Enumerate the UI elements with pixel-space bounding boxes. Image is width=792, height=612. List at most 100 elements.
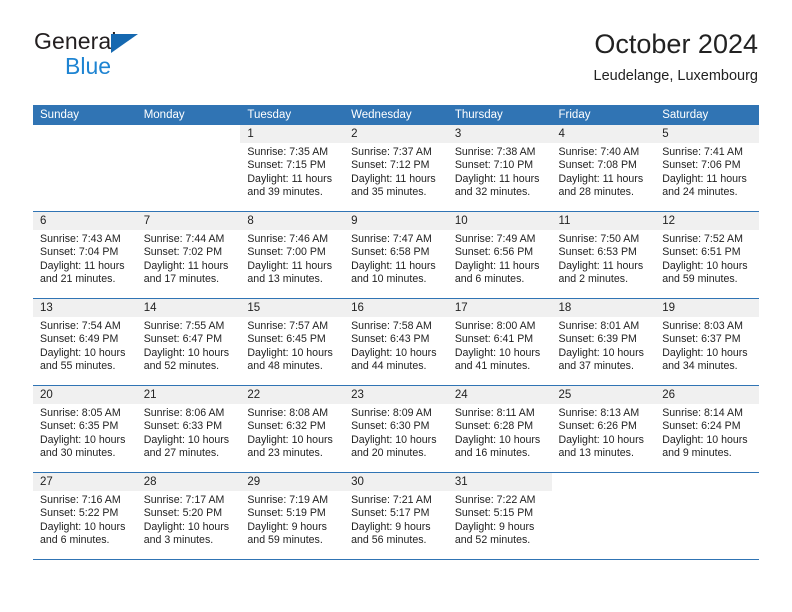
- day-details: Sunrise: 7:22 AM Sunset: 5:15 PM Daylight:…: [448, 491, 552, 548]
- calendar-day-cell[interactable]: 23 Sunrise: 8:09 AM Sunset: 6:30 PM Dayligh…: [344, 385, 448, 473]
- calendar-day-cell[interactable]: 22 Sunrise: 8:08 AM Sunset: 6:32 PM Dayligh…: [240, 385, 345, 473]
- daylight-text-line1: Daylight: 9 hours: [247, 520, 327, 533]
- calendar-day-cell[interactable]: 25 Sunrise: 8:13 AM Sunset: 6:26 PM Dayligh…: [551, 385, 656, 473]
- calendar-day-cell[interactable]: 13 Sunrise: 7:54 AM Sunset: 6:49 PM Dayligh…: [33, 298, 137, 386]
- day-number: [655, 473, 759, 491]
- sunset-text: Sunset: 5:20 PM: [143, 507, 223, 520]
- sunset-text: Sunset: 6:49 PM: [40, 333, 119, 346]
- sunrise-text: Sunrise: 8:03 AM: [662, 320, 743, 332]
- calendar-day-cell[interactable]: 20 Sunrise: 8:05 AM Sunset: 6:35 PM Dayligh…: [33, 385, 137, 473]
- sunrise-text: Sunrise: 7:19 AM: [247, 494, 329, 506]
- day-number: 5: [655, 125, 759, 143]
- brand-logo[interactable]: General Blue: [34, 28, 234, 88]
- sunrise-text: Sunrise: 8:11 AM: [454, 407, 535, 419]
- calendar-day-cell[interactable]: 30 Sunrise: 7:21 AM Sunset: 5:17 PM Dayligh…: [344, 472, 448, 560]
- calendar-day-cell[interactable]: 31 Sunrise: 7:22 AM Sunset: 5:15 PM Dayligh…: [447, 472, 552, 560]
- calendar-empty-cell: [551, 472, 656, 560]
- calendar-day-cell[interactable]: 24 Sunrise: 8:11 AM Sunset: 6:28 PM Dayligh…: [447, 385, 552, 473]
- day-number: [136, 125, 241, 143]
- day-details: Sunrise: 8:08 AM Sunset: 6:32 PM Daylight:…: [240, 404, 344, 461]
- brand-name-blue: Blue: [65, 53, 112, 79]
- daylight-text-line1: Daylight: 11 hours: [351, 259, 436, 272]
- calendar-day-cell[interactable]: 6 Sunrise: 7:43 AM Sunset: 7:04 PM Daylight…: [33, 211, 137, 299]
- daylight-text-line1: Daylight: 10 hours: [662, 433, 748, 446]
- day-number: 29: [240, 473, 345, 491]
- calendar-day-cell[interactable]: 7 Sunrise: 7:44 AM Sunset: 7:02 PM Daylight…: [136, 211, 241, 299]
- daylight-text-line2: and 23 minutes.: [247, 447, 323, 460]
- calendar-day-cell[interactable]: 10 Sunrise: 7:49 AM Sunset: 6:56 PM Dayligh…: [447, 211, 552, 299]
- daylight-text-line2: and 16 minutes.: [454, 447, 531, 460]
- weekday-header-thursday: Thursday: [447, 105, 552, 125]
- sunset-text: Sunset: 6:33 PM: [143, 420, 223, 433]
- calendar-grid: Sunday Monday Tuesday Wednesday Thursday…: [33, 105, 759, 560]
- daylight-text-line2: and 28 minutes.: [558, 186, 634, 199]
- sunset-text: Sunset: 5:22 PM: [40, 507, 119, 520]
- sunrise-text: Sunrise: 8:00 AM: [454, 320, 536, 332]
- daylight-text-line1: Daylight: 10 hours: [143, 520, 230, 533]
- calendar-day-cell[interactable]: 19 Sunrise: 8:03 AM Sunset: 6:37 PM Dayligh…: [655, 298, 759, 386]
- calendar-day-cell[interactable]: 5 Sunrise: 7:41 AM Sunset: 7:06 PM Daylight…: [655, 125, 759, 212]
- day-number: 9: [344, 212, 448, 230]
- day-details: Sunrise: 8:00 AM Sunset: 6:41 PM Daylight:…: [448, 317, 552, 374]
- day-details: Sunrise: 8:06 AM Sunset: 6:33 PM Daylight:…: [137, 404, 241, 461]
- day-details: Sunrise: 7:50 AM Sunset: 6:53 PM Daylight:…: [552, 230, 656, 287]
- weekday-header-wednesday: Wednesday: [344, 105, 448, 125]
- calendar-day-cell[interactable]: 4 Sunrise: 7:40 AM Sunset: 7:08 PM Daylight…: [551, 125, 656, 212]
- daylight-text-line2: and 44 minutes.: [351, 360, 427, 373]
- sunset-text: Sunset: 6:41 PM: [454, 333, 534, 346]
- sunrise-text: Sunrise: 8:05 AM: [40, 407, 121, 419]
- daylight-text-line2: and 20 minutes.: [351, 447, 427, 460]
- calendar-day-cell[interactable]: 26 Sunrise: 8:14 AM Sunset: 6:24 PM Dayligh…: [655, 385, 759, 473]
- calendar-day-cell[interactable]: 15 Sunrise: 7:57 AM Sunset: 6:45 PM Dayligh…: [240, 298, 345, 386]
- daylight-text-line1: Daylight: 11 hours: [454, 172, 540, 185]
- day-details: Sunrise: 7:52 AM Sunset: 6:51 PM Daylight:…: [655, 230, 759, 287]
- calendar-day-cell[interactable]: 2 Sunrise: 7:37 AM Sunset: 7:12 PM Daylight…: [344, 125, 448, 212]
- calendar-day-cell[interactable]: 18 Sunrise: 8:01 AM Sunset: 6:39 PM Dayligh…: [551, 298, 656, 386]
- calendar-day-cell[interactable]: 16 Sunrise: 7:58 AM Sunset: 6:43 PM Dayligh…: [344, 298, 448, 386]
- daylight-text-line1: Daylight: 10 hours: [40, 346, 126, 359]
- sunrise-text: Sunrise: 8:13 AM: [558, 407, 640, 419]
- sunset-text: Sunset: 6:30 PM: [351, 420, 430, 433]
- day-number: 18: [551, 299, 656, 317]
- page-title: October 2024: [594, 29, 758, 59]
- daylight-text-line1: Daylight: 10 hours: [143, 433, 230, 446]
- sunset-text: Sunset: 6:24 PM: [662, 420, 741, 433]
- sunrise-text: Sunrise: 7:54 AM: [40, 320, 121, 332]
- sunset-text: Sunset: 5:19 PM: [247, 507, 326, 520]
- calendar-day-cell[interactable]: 27 Sunrise: 7:16 AM Sunset: 5:22 PM Dayligh…: [33, 472, 137, 560]
- brand-name-general: General: [34, 28, 117, 54]
- day-details: Sunrise: 8:03 AM Sunset: 6:37 PM Daylight:…: [655, 317, 759, 374]
- daylight-text-line2: and 32 minutes.: [454, 186, 531, 199]
- page-header: General Blue October 2024 Leudelange, Lu…: [34, 28, 758, 98]
- calendar-day-cell[interactable]: 1 Sunrise: 7:35 AM Sunset: 7:15 PM Daylight…: [240, 125, 345, 212]
- calendar-day-cell[interactable]: 17 Sunrise: 8:00 AM Sunset: 6:41 PM Dayligh…: [447, 298, 552, 386]
- sunset-text: Sunset: 5:15 PM: [454, 507, 534, 520]
- day-number: 31: [447, 473, 552, 491]
- calendar-day-cell[interactable]: 11 Sunrise: 7:50 AM Sunset: 6:53 PM Dayligh…: [551, 211, 656, 299]
- calendar-week-row: 27 Sunrise: 7:16 AM Sunset: 5:22 PM Dayligh…: [33, 472, 759, 560]
- daylight-text-line1: Daylight: 10 hours: [351, 346, 437, 359]
- daylight-text-line2: and 35 minutes.: [351, 186, 427, 199]
- calendar-day-cell[interactable]: 14 Sunrise: 7:55 AM Sunset: 6:47 PM Dayligh…: [136, 298, 241, 386]
- calendar-day-cell[interactable]: 8 Sunrise: 7:46 AM Sunset: 7:00 PM Daylight…: [240, 211, 345, 299]
- calendar-week-row: 6 Sunrise: 7:43 AM Sunset: 7:04 PM Daylight…: [33, 211, 759, 299]
- daylight-text-line2: and 59 minutes.: [662, 273, 738, 286]
- calendar-day-cell[interactable]: 12 Sunrise: 7:52 AM Sunset: 6:51 PM Dayligh…: [655, 211, 759, 299]
- daylight-text-line1: Daylight: 11 hours: [247, 172, 333, 185]
- calendar-day-cell[interactable]: 28 Sunrise: 7:17 AM Sunset: 5:20 PM Dayligh…: [136, 472, 241, 560]
- day-details: Sunrise: 7:57 AM Sunset: 6:45 PM Daylight:…: [240, 317, 344, 374]
- calendar-day-cell[interactable]: 21 Sunrise: 8:06 AM Sunset: 6:33 PM Dayligh…: [136, 385, 241, 473]
- calendar-day-cell[interactable]: 9 Sunrise: 7:47 AM Sunset: 6:58 PM Daylight…: [344, 211, 448, 299]
- calendar-day-cell[interactable]: 29 Sunrise: 7:19 AM Sunset: 5:19 PM Dayligh…: [240, 472, 345, 560]
- sunrise-text: Sunrise: 7:22 AM: [454, 494, 536, 506]
- day-number: 13: [33, 299, 137, 317]
- daylight-text-line1: Daylight: 11 hours: [247, 259, 333, 272]
- daylight-text-line1: Daylight: 10 hours: [40, 520, 126, 533]
- day-details: Sunrise: 7:38 AM Sunset: 7:10 PM Daylight:…: [448, 143, 552, 200]
- calendar-day-cell[interactable]: 3 Sunrise: 7:38 AM Sunset: 7:10 PM Daylight…: [447, 125, 552, 212]
- daylight-text-line2: and 52 minutes.: [454, 534, 531, 547]
- day-details: Sunrise: 8:14 AM Sunset: 6:24 PM Daylight:…: [655, 404, 759, 461]
- day-number: 21: [136, 386, 241, 404]
- sunrise-text: Sunrise: 7:57 AM: [247, 320, 329, 332]
- sunrise-text: Sunrise: 7:41 AM: [662, 146, 743, 158]
